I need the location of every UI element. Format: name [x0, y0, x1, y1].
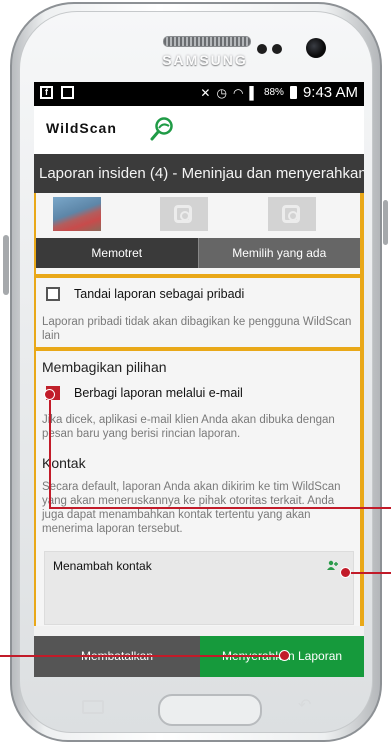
callout-line [49, 507, 391, 509]
callout-line [49, 394, 51, 508]
photo-thumbnail[interactable] [53, 197, 101, 231]
front-camera [306, 38, 326, 58]
private-checkbox[interactable] [46, 287, 60, 301]
mute-icon: ✕ [200, 85, 211, 100]
app-logo: WildScan [46, 120, 117, 136]
wifi-icon: ◠ [232, 85, 244, 100]
callout-dot [44, 389, 55, 400]
earpiece-speaker [163, 36, 251, 47]
facebook-icon: f [40, 86, 53, 99]
callout-line [346, 572, 391, 574]
proximity-sensor [257, 44, 267, 54]
sharing-heading: Membagikan pilihan [42, 359, 167, 375]
page-title: Laporan insiden (4) - Meninjau dan menye… [34, 154, 364, 193]
callout-dot [340, 567, 351, 578]
battery-percent: 88% [263, 87, 284, 98]
camera-placeholder-icon[interactable] [160, 197, 208, 231]
add-contact-field[interactable]: Menambah kontak [44, 551, 354, 625]
choose-existing-button[interactable]: Memilih yang ada [197, 238, 360, 268]
take-photo-button[interactable]: Memotret [36, 238, 198, 268]
photo-thumbnails [36, 193, 360, 238]
magnifier-logo-icon [150, 117, 173, 141]
alarm-icon: ◷ [216, 85, 227, 100]
battery-icon [289, 86, 297, 99]
private-checkbox-label: Tandai laporan sebagai pribadi [74, 287, 245, 301]
private-description: Laporan pribadi tidak akan dibagikan ke … [42, 316, 352, 342]
clock: 9:43 AM [302, 84, 358, 101]
status-bar: f ✕ ◷ ◠ ▌ 88% 9:43 AM [34, 82, 364, 106]
volume-key [3, 235, 9, 295]
add-person-icon[interactable] [327, 560, 339, 570]
report-form: Memotret Memilih yang ada Tandai laporan… [34, 193, 364, 626]
email-description: Jika dicek, aplikasi e-mail klien Anda a… [42, 414, 335, 440]
camera-placeholder-icon[interactable] [268, 197, 316, 231]
device-brand: SAMSUNG [162, 52, 248, 68]
callout-line [0, 655, 285, 657]
home-button[interactable] [158, 694, 262, 726]
phone-screen: f ✕ ◷ ◠ ▌ 88% 9:43 AM WildScan Laporan i… [34, 82, 364, 677]
power-key [383, 200, 388, 245]
app-header: WildScan [34, 106, 364, 154]
privacy-card: Tandai laporan sebagai pribadi Laporan p… [36, 278, 360, 347]
add-contact-label: Menambah kontak [53, 559, 152, 573]
light-sensor [272, 44, 282, 54]
sharing-card: Membagikan pilihan Berbagi laporan melal… [36, 351, 360, 626]
back-key-icon[interactable]: ↶ [298, 698, 316, 714]
menu-key-icon[interactable] [82, 700, 104, 714]
email-checkbox-label: Berbagi laporan melalui e-mail [74, 386, 243, 400]
gallery-icon [61, 86, 74, 99]
photo-card: Memotret Memilih yang ada [36, 193, 360, 274]
callout-dot [279, 650, 290, 661]
signal-icon: ▌ [249, 85, 258, 100]
